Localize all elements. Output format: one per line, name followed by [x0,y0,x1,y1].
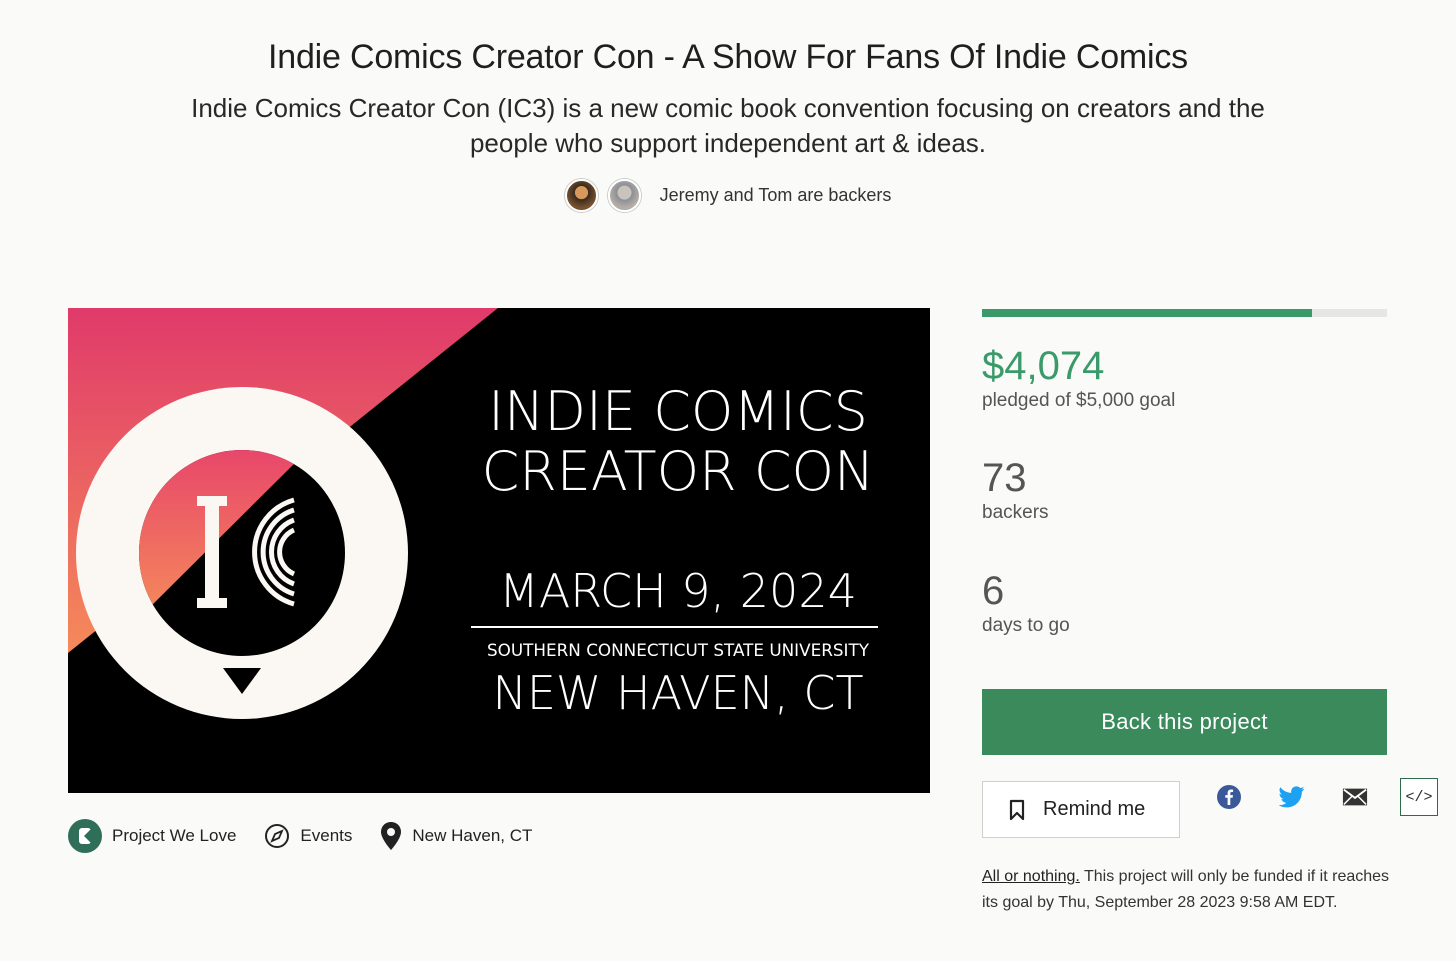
project-title: Indie Comics Creator Con - A Show For Fa… [268,38,1188,76]
avatar[interactable] [564,178,598,212]
days-count: 6 [982,569,1005,613]
hero-city: NEW HAVEN, CT [492,666,863,720]
project-hero-image[interactable]: INDIE COMICS CREATOR CON MARCH 9, 2024 S… [68,308,930,793]
avatar[interactable] [607,178,641,212]
backers-count: 73 [982,456,1027,500]
project-tags: Project We Love Events New Haven, CT [68,818,560,854]
hero-venue: SOUTHERN CONNECTICUT STATE UNIVERSITY [487,641,870,661]
tag-category-label: Events [300,826,353,845]
backers-stat: 73 backers [982,456,1049,524]
tag-category-events[interactable]: Events [264,823,352,849]
all-or-nothing-link[interactable]: All or nothing. [982,868,1080,885]
hero-line2: CREATOR CON [482,440,875,503]
days-stat: 6 days to go [982,569,1070,637]
map-pin-icon [380,821,402,851]
tag-location-label: New Haven, CT [412,826,533,845]
days-label: days to go [982,615,1070,636]
friend-backers-text: Jeremy and Tom are backers [659,184,892,205]
funding-progress-fill [982,309,1312,317]
remind-me-button[interactable]: Remind me [982,781,1180,838]
hero-line1: INDIE COMICS [488,380,868,443]
remind-me-label: Remind me [1043,798,1146,820]
tag-badge-label: Project We Love [112,826,237,845]
compass-icon [264,823,290,849]
pledged-label: pledged of $5,000 goal [982,390,1176,411]
all-or-nothing-note: All or nothing. This project will only b… [982,864,1392,916]
pledged-stat: $4,074 pledged of $5,000 goal [982,344,1175,412]
pledged-amount: $4,074 [982,344,1105,388]
back-project-button[interactable]: Back this project [982,689,1387,755]
backers-label: backers [982,502,1049,523]
facebook-icon[interactable] [1216,784,1242,810]
embed-icon[interactable]: </> [1400,778,1438,816]
email-icon[interactable] [1342,784,1368,810]
kickstarter-badge-icon [68,819,102,853]
twitter-icon[interactable] [1279,784,1305,810]
tag-location[interactable]: New Haven, CT [380,821,532,851]
hero-date: MARCH 9, 2024 [499,564,857,618]
friend-backers: Jeremy and Tom are backers [0,178,1456,212]
funding-progress-bar [982,309,1387,317]
project-blurb: Indie Comics Creator Con (IC3) is a new … [191,93,1265,158]
tag-project-we-love[interactable]: Project We Love [68,819,236,853]
bookmark-icon [1009,799,1025,821]
